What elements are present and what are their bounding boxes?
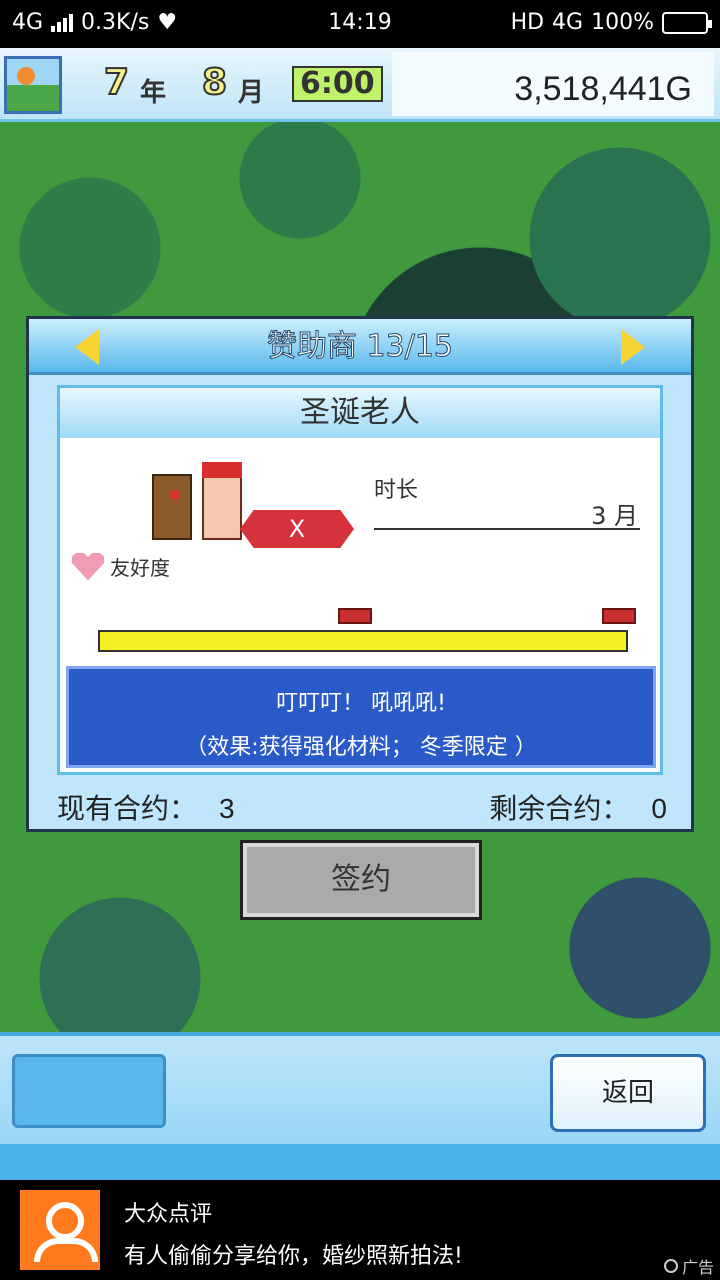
- remaining-contracts: 剩余合约： 0: [489, 787, 667, 827]
- remaining-contracts-value: 0: [651, 793, 667, 824]
- game-view: 7 年 8 月 6:00 3,518,441G 赞助商 13/15 圣诞老人 X…: [0, 48, 720, 1180]
- dialog-title: 赞助商 13/15: [267, 329, 454, 365]
- battery-percent: 100%: [591, 10, 654, 35]
- ad-logo-icon[interactable]: [20, 1190, 100, 1270]
- santa-sprite: [202, 462, 242, 540]
- ad-title[interactable]: 大众点评: [124, 1196, 212, 1228]
- current-contracts-label: 现有合约：: [57, 792, 198, 825]
- friendship-marker: [338, 608, 372, 624]
- effect-description: 叮叮叮！ 吼吼吼! （效果:获得强化材料； 冬季限定 ）: [66, 666, 656, 768]
- game-topbar: 7 年 8 月 6:00 3,518,441G: [0, 48, 720, 122]
- back-button[interactable]: 返回: [550, 1054, 706, 1132]
- status-bar: 4G 0.3K/s ♥ 14:19 HD 4G 100%: [0, 0, 720, 48]
- reindeer-sprite: [152, 474, 192, 540]
- ad-close-icon[interactable]: [663, 1259, 678, 1273]
- status-right: HD 4G 100%: [510, 10, 712, 35]
- description-line1: 叮叮叮！ 吼吼吼!: [276, 691, 446, 716]
- friendship-bar: [98, 630, 628, 652]
- current-contracts-value: 3: [219, 793, 235, 824]
- month-unit: 月: [238, 78, 265, 108]
- remaining-contracts-label: 剩余合约：: [489, 792, 630, 825]
- game-time: 6:00: [292, 66, 383, 102]
- money-panel: 3,518,441G: [392, 52, 714, 116]
- money-value: 3,518,441G: [514, 70, 692, 108]
- avatar-icon[interactable]: [4, 56, 62, 114]
- dialog-header: 赞助商 13/15: [29, 319, 691, 375]
- x-tag: X: [240, 510, 354, 548]
- sign-button[interactable]: 签约: [240, 840, 482, 920]
- current-contracts: 现有合约： 3: [57, 787, 235, 827]
- year-value: 7: [103, 61, 130, 104]
- heart-icon: [72, 552, 104, 581]
- sponsor-name: 圣诞老人: [60, 388, 660, 438]
- ad-tag-label: 广告: [681, 1258, 714, 1277]
- friendship-bar-fill: [100, 632, 626, 650]
- ad-tag[interactable]: 广告: [663, 1254, 714, 1278]
- sponsor-sprites: [152, 456, 246, 540]
- sponsor-card: 圣诞老人 X 时长 3 月 友好度 叮叮叮！ 吼吼吼! （效果:获得强化材料； …: [57, 385, 663, 775]
- description-line2: （效果:获得强化材料； 冬季限定 ）: [185, 735, 537, 760]
- blank-button[interactable]: [12, 1054, 166, 1128]
- duration-value: 3 月: [591, 502, 638, 530]
- hd-label: HD: [510, 10, 545, 35]
- arrow-right-icon[interactable]: [621, 329, 645, 365]
- bottom-strip: [0, 1144, 720, 1180]
- year-unit: 年: [140, 78, 167, 108]
- duration-divider: [374, 528, 640, 530]
- friendship-label: 友好度: [110, 556, 170, 580]
- battery-icon: [662, 11, 712, 34]
- ad-text[interactable]: 有人偷偷分享给你，婚纱照新拍法!: [124, 1238, 463, 1270]
- month-value: 8: [201, 61, 228, 104]
- ad-banner[interactable]: 大众点评 有人偷偷分享给你，婚纱照新拍法! 广告: [0, 1180, 720, 1280]
- bottom-panel: 返回: [0, 1032, 720, 1180]
- network-right-label: 4G: [552, 10, 584, 35]
- friendship-marker: [602, 608, 636, 624]
- friendship-row: 友好度: [72, 552, 170, 581]
- sponsor-dialog: 赞助商 13/15 圣诞老人 X 时长 3 月 友好度 叮叮叮！ 吼吼吼! （效…: [26, 316, 694, 832]
- arrow-left-icon[interactable]: [75, 329, 99, 365]
